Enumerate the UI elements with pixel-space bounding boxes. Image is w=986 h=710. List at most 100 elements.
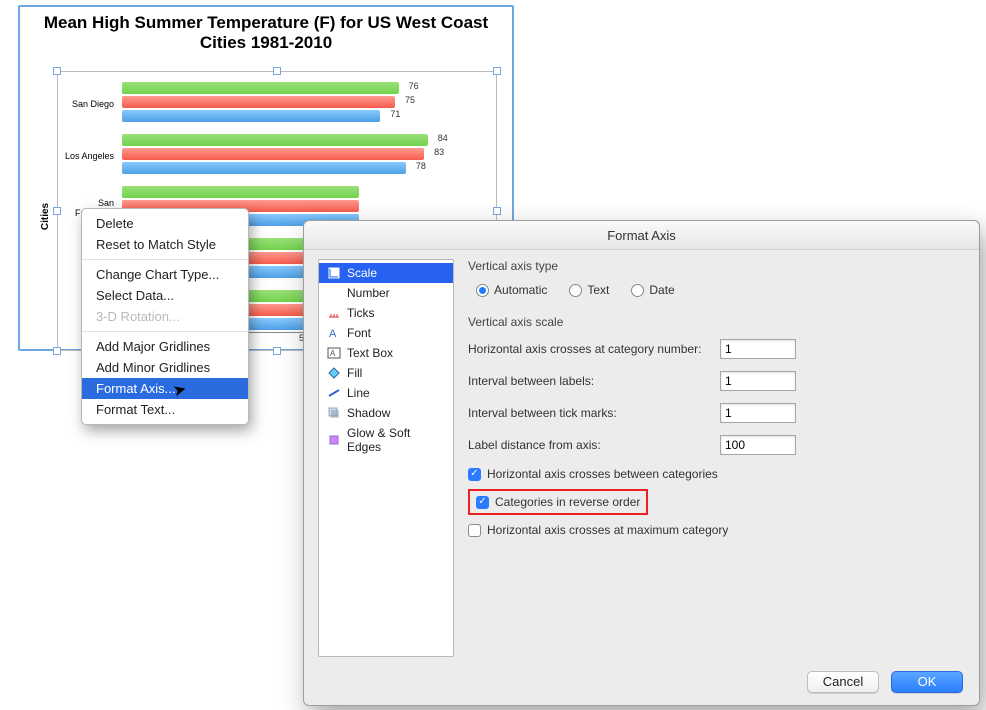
bar[interactable] bbox=[122, 186, 359, 198]
menu-item: 3-D Rotation... bbox=[82, 306, 248, 327]
label-distance-label: Label distance from axis: bbox=[468, 438, 720, 452]
menu-separator bbox=[82, 331, 248, 332]
resize-handle[interactable] bbox=[53, 67, 61, 75]
sidebar-item-label: Fill bbox=[347, 366, 362, 380]
sidebar-item-label: Line bbox=[347, 386, 370, 400]
sidebar-item[interactable]: Number bbox=[319, 283, 453, 303]
menu-item[interactable]: Change Chart Type... bbox=[82, 264, 248, 285]
interval-labels-input[interactable] bbox=[720, 371, 796, 391]
bar-value-label: 84 bbox=[438, 133, 448, 143]
resize-handle[interactable] bbox=[53, 347, 61, 355]
menu-separator bbox=[82, 259, 248, 260]
bar-value-label: 78 bbox=[416, 161, 426, 171]
menu-item[interactable]: Format Axis... bbox=[82, 378, 248, 399]
shadow-icon bbox=[327, 406, 341, 420]
interval-ticks-label: Interval between tick marks: bbox=[468, 406, 720, 420]
reverse-order-label: Categories in reverse order bbox=[495, 495, 640, 509]
radio-label: Date bbox=[649, 283, 674, 297]
cancel-button[interactable]: Cancel bbox=[807, 671, 879, 693]
interval-ticks-input[interactable] bbox=[720, 403, 796, 423]
resize-handle[interactable] bbox=[493, 207, 501, 215]
sidebar-item[interactable]: Line bbox=[319, 383, 453, 403]
y-axis-title: Cities bbox=[40, 203, 51, 230]
radio-icon bbox=[631, 284, 644, 297]
at-maximum-checkbox[interactable] bbox=[468, 524, 481, 537]
glow-icon bbox=[327, 433, 341, 447]
bar[interactable]: 76 bbox=[122, 82, 399, 94]
at-maximum-label: Horizontal axis crosses at maximum categ… bbox=[487, 523, 728, 537]
category-group: San Diego767571 bbox=[122, 78, 486, 130]
resize-handle[interactable] bbox=[493, 67, 501, 75]
axis-icon bbox=[327, 266, 341, 280]
label-distance-input[interactable] bbox=[720, 435, 796, 455]
sidebar-item[interactable]: Shadow bbox=[319, 403, 453, 423]
reverse-order-highlight: Categories in reverse order bbox=[468, 489, 648, 515]
blank-icon bbox=[327, 286, 341, 300]
context-menu[interactable]: DeleteReset to Match Style Change Chart T… bbox=[81, 208, 249, 425]
bar[interactable]: 71 bbox=[122, 110, 380, 122]
bar[interactable]: 78 bbox=[122, 162, 406, 174]
dialog-title: Format Axis bbox=[304, 221, 979, 250]
menu-item[interactable]: Select Data... bbox=[82, 285, 248, 306]
sidebar-item-label: Scale bbox=[347, 266, 377, 280]
radio-label: Automatic bbox=[494, 283, 547, 297]
crosses-at-input[interactable] bbox=[720, 339, 796, 359]
dialog-sidebar[interactable]: Scale Number Ticks A Font A Text Box Fill Line Sh… bbox=[318, 259, 454, 657]
axis-type-radio-group: Automatic Text Date bbox=[476, 283, 965, 297]
radio-label: Text bbox=[587, 283, 609, 297]
bar[interactable]: 75 bbox=[122, 96, 395, 108]
textbox-icon: A bbox=[327, 346, 341, 360]
dialog-form: Vertical axis type Automatic Text Date Ver… bbox=[468, 259, 965, 657]
bar-value-label: 83 bbox=[434, 147, 444, 157]
axis-type-radio[interactable]: Date bbox=[631, 283, 674, 297]
radio-icon bbox=[569, 284, 582, 297]
sidebar-item-label: Ticks bbox=[347, 306, 375, 320]
axis-type-radio[interactable]: Automatic bbox=[476, 283, 547, 297]
ticks-icon bbox=[327, 306, 341, 320]
sidebar-item-label: Shadow bbox=[347, 406, 390, 420]
sidebar-item-label: Font bbox=[347, 326, 371, 340]
bar-value-label: 71 bbox=[390, 109, 400, 119]
svg-text:A: A bbox=[329, 328, 337, 340]
sidebar-item[interactable]: Fill bbox=[319, 363, 453, 383]
menu-item[interactable]: Format Text... bbox=[82, 399, 248, 420]
between-categories-label: Horizontal axis crosses between categori… bbox=[487, 467, 718, 481]
sidebar-item[interactable]: Ticks bbox=[319, 303, 453, 323]
line-icon bbox=[327, 386, 341, 400]
reverse-order-checkbox[interactable] bbox=[476, 496, 489, 509]
menu-item[interactable]: Add Major Gridlines bbox=[82, 336, 248, 357]
sidebar-item-label: Number bbox=[347, 286, 390, 300]
between-categories-checkbox[interactable] bbox=[468, 468, 481, 481]
menu-item[interactable]: Delete bbox=[82, 213, 248, 234]
resize-handle[interactable] bbox=[273, 347, 281, 355]
section-title: Vertical axis scale bbox=[468, 315, 965, 329]
section-title: Vertical axis type bbox=[468, 259, 965, 273]
font-icon: A bbox=[327, 326, 341, 340]
bar-value-label: 75 bbox=[405, 95, 415, 105]
radio-icon bbox=[476, 284, 489, 297]
bar-value-label: 76 bbox=[409, 81, 419, 91]
category-label: Los Angeles bbox=[58, 151, 118, 161]
crosses-at-label: Horizontal axis crosses at category numb… bbox=[468, 342, 720, 356]
menu-item[interactable]: Add Minor Gridlines bbox=[82, 357, 248, 378]
sidebar-item-label: Glow & Soft Edges bbox=[347, 426, 445, 454]
sidebar-item[interactable]: Scale bbox=[319, 263, 453, 283]
svg-text:A: A bbox=[330, 349, 336, 358]
sidebar-item[interactable]: A Text Box bbox=[319, 343, 453, 363]
category-label: San Diego bbox=[58, 99, 118, 109]
format-axis-dialog[interactable]: Format Axis Scale Number Ticks A Font A Text B… bbox=[303, 220, 980, 706]
axis-type-radio[interactable]: Text bbox=[569, 283, 609, 297]
bar[interactable]: 84 bbox=[122, 134, 428, 146]
interval-labels-label: Interval between labels: bbox=[468, 374, 720, 388]
sidebar-item[interactable]: Glow & Soft Edges bbox=[319, 423, 453, 457]
category-group: Los Angeles848378 bbox=[122, 130, 486, 182]
dialog-button-bar: Cancel OK bbox=[807, 671, 963, 693]
resize-handle[interactable] bbox=[273, 67, 281, 75]
bar[interactable]: 83 bbox=[122, 148, 424, 160]
ok-button[interactable]: OK bbox=[891, 671, 963, 693]
sidebar-item-label: Text Box bbox=[347, 346, 393, 360]
fill-icon bbox=[327, 366, 341, 380]
chart-title: Mean High Summer Temperature (F) for US … bbox=[20, 7, 512, 54]
sidebar-item[interactable]: A Font bbox=[319, 323, 453, 343]
menu-item[interactable]: Reset to Match Style bbox=[82, 234, 248, 255]
